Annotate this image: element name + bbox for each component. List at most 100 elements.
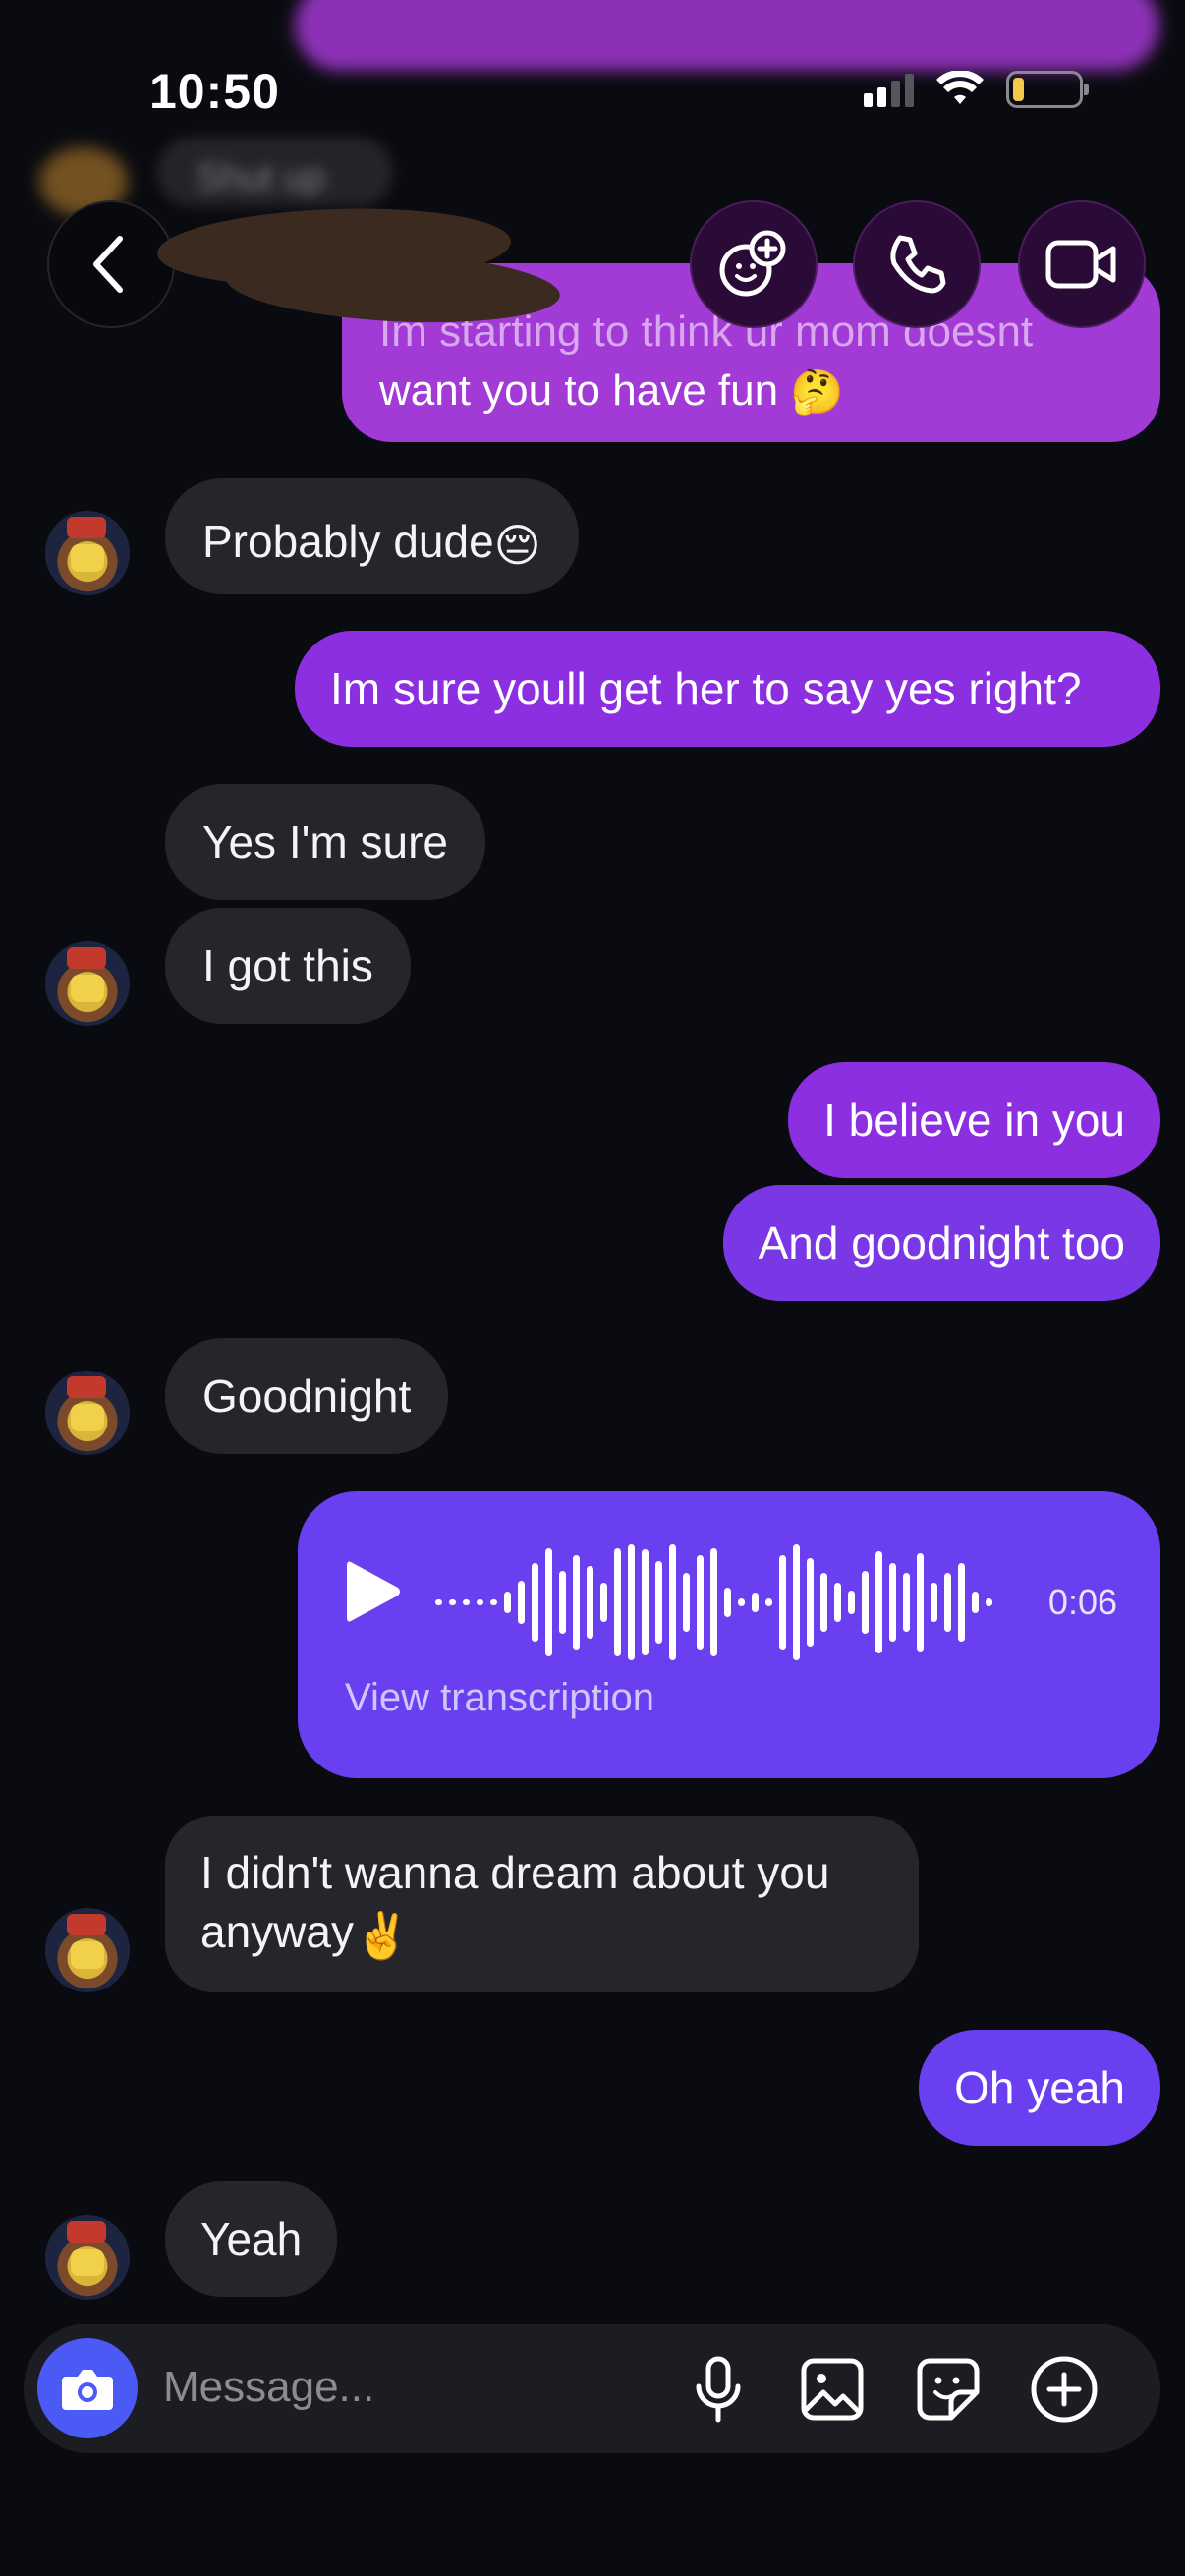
message-bubble-sent[interactable]: Oh yeah: [919, 2030, 1160, 2146]
camera-button[interactable]: [37, 2338, 138, 2438]
thinking-emoji: 🤔: [790, 368, 845, 418]
contact-avatar[interactable]: [45, 941, 130, 1026]
message-text: Yes I'm sure: [202, 816, 448, 868]
waveform-bar: [655, 1561, 662, 1644]
waveform-bar: [435, 1599, 442, 1605]
view-transcription-link[interactable]: View transcription: [345, 1676, 654, 1720]
battery-icon: [1006, 71, 1089, 108]
sticker-button[interactable]: [914, 2355, 983, 2424]
message-text: Yeah: [200, 2213, 303, 2265]
message-text: I didn't wanna dream about you: [200, 1847, 830, 1898]
message-bubble-sent[interactable]: I believe in you: [788, 1062, 1160, 1178]
waveform-bar: [820, 1573, 827, 1632]
camera-icon: [62, 2370, 113, 2410]
waveform-bar: [587, 1566, 593, 1639]
message-bubble-received[interactable]: Probably dude😔: [165, 478, 579, 594]
effects-button[interactable]: [690, 200, 818, 328]
message-text: Probably dude: [202, 516, 494, 567]
message-text: I believe in you: [823, 1094, 1125, 1146]
waveform-bar: [779, 1555, 786, 1650]
wifi-icon: [936, 71, 984, 104]
waveform-bar: [490, 1599, 497, 1605]
waveform-bar: [889, 1563, 896, 1642]
waveform-bar: [545, 1548, 552, 1656]
waveform-bar: [710, 1548, 717, 1656]
message-bubble-sent[interactable]: And goodnight too: [722, 1185, 1160, 1301]
waveform-bar: [834, 1583, 841, 1622]
previous-message-preview: Shut up: [157, 138, 393, 206]
waveform-bar: [628, 1544, 635, 1660]
pensive-emoji: 😔: [493, 519, 541, 571]
waveform-bar: [807, 1558, 814, 1647]
victory-hand-emoji: ✌️: [353, 1909, 411, 1961]
cellular-signal-icon: [864, 72, 914, 107]
waveform-bar: [518, 1581, 525, 1624]
message-bubble-received[interactable]: I got this: [165, 908, 411, 1024]
waveform-bar: [944, 1573, 951, 1632]
contact-avatar[interactable]: [45, 1908, 130, 1992]
waveform-bar: [724, 1588, 731, 1617]
waveform-bar: [642, 1549, 649, 1655]
message-composer: [24, 2324, 1160, 2453]
back-button[interactable]: [47, 200, 175, 328]
waveform-bar: [765, 1598, 772, 1606]
waveform-bar: [793, 1544, 800, 1660]
waveform-bar: [504, 1592, 511, 1613]
message-text: Im sure youll get her to say yes right?: [330, 663, 1082, 714]
waveform-bar: [917, 1553, 924, 1652]
play-icon[interactable]: [341, 1556, 404, 1627]
previous-message-blurred: [295, 0, 1159, 71]
message-bubble-received[interactable]: Goodnight: [165, 1338, 449, 1454]
waveform-bar: [449, 1599, 456, 1605]
chevron-left-icon: [93, 236, 123, 293]
message-input[interactable]: [163, 2353, 654, 2422]
waveform-bar: [848, 1591, 855, 1614]
more-options-button[interactable]: [1030, 2355, 1099, 2424]
waveform-bar: [573, 1555, 580, 1650]
waveform-bar: [532, 1563, 538, 1642]
voice-duration: 0:06: [1047, 1582, 1117, 1622]
waveform-bar: [986, 1598, 992, 1606]
waveform-bar: [683, 1573, 690, 1632]
waveform-bar: [697, 1555, 704, 1650]
status-icons: [864, 71, 1089, 108]
video-camera-icon: [1045, 240, 1116, 289]
image-icon: [801, 2358, 864, 2421]
video-call-button[interactable]: [1018, 200, 1146, 328]
message-bubble-received[interactable]: I didn't wanna dream about you anyway✌️: [165, 1816, 919, 1992]
waveform-bar: [738, 1598, 745, 1606]
message-bubble-received[interactable]: Yeah: [165, 2181, 338, 2297]
waveform-bar: [752, 1593, 759, 1612]
waveform-bar: [477, 1599, 483, 1605]
message-text: Oh yeah: [954, 2062, 1125, 2113]
microphone-button[interactable]: [684, 2355, 753, 2424]
status-time: 10:50: [149, 64, 280, 119]
call-button[interactable]: [853, 200, 981, 328]
waveform-bar: [958, 1563, 965, 1642]
contact-avatar[interactable]: [45, 511, 130, 595]
waveform-bar: [931, 1583, 937, 1622]
waveform-bar: [862, 1571, 869, 1634]
microphone-icon: [696, 2356, 741, 2423]
waveform-bar: [559, 1571, 566, 1634]
phone-icon: [890, 235, 946, 294]
contact-avatar[interactable]: [45, 1371, 130, 1455]
waveform-bar: [903, 1573, 910, 1632]
contact-avatar[interactable]: [45, 2215, 130, 2300]
audio-waveform[interactable]: [435, 1539, 992, 1666]
waveform-bar: [669, 1544, 676, 1660]
waveform-bar: [463, 1599, 470, 1605]
voice-message-bubble[interactable]: 0:06 View transcription: [298, 1491, 1160, 1778]
contact-name-redacted[interactable]: [155, 201, 562, 330]
message-bubble-received[interactable]: Yes I'm sure: [165, 784, 485, 900]
waveform-bar: [614, 1548, 621, 1656]
message-text: anyway: [200, 1906, 354, 1957]
waveform-bar: [600, 1583, 607, 1622]
message-text: Goodnight: [202, 1371, 412, 1422]
waveform-bar: [875, 1551, 882, 1653]
message-text: I got this: [202, 940, 373, 991]
sticker-icon: [917, 2358, 980, 2421]
message-bubble-sent[interactable]: Im sure youll get her to say yes right?: [295, 631, 1160, 747]
plus-circle-icon: [1031, 2356, 1098, 2423]
gallery-button[interactable]: [798, 2355, 867, 2424]
